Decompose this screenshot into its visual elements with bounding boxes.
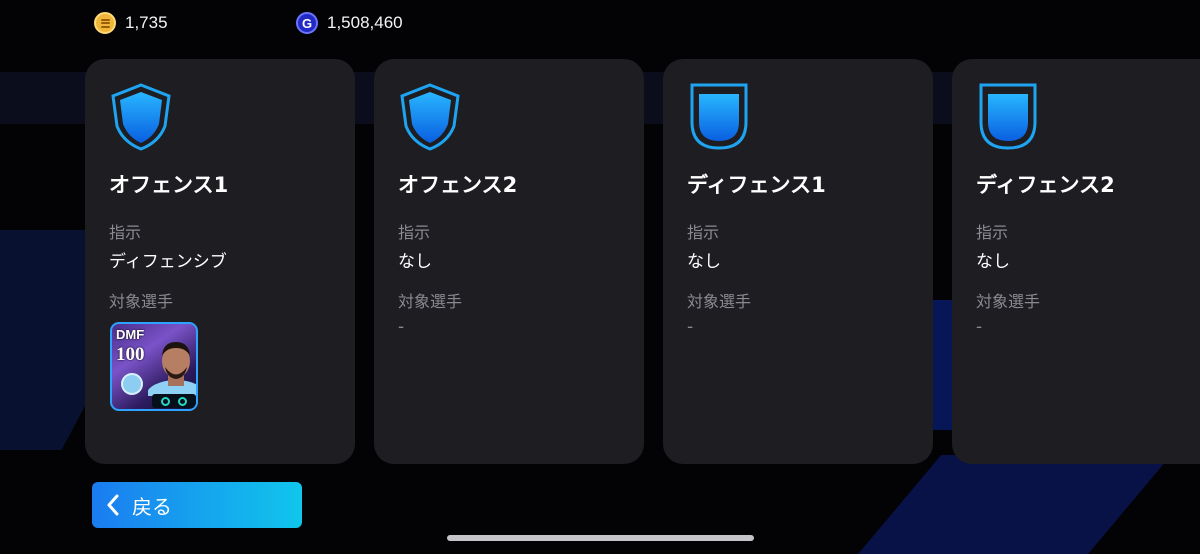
card-defense-1[interactable]: ディフェンス1 指示 なし 対象選手 - [663, 59, 933, 464]
skill-icon [160, 396, 170, 406]
club-crest-icon [121, 373, 143, 395]
skill-icon [178, 396, 188, 406]
target-player-value: - [398, 317, 405, 337]
target-player-label: 対象選手 [976, 292, 1041, 311]
card-offense-1[interactable]: オフェンス1 指示 ディフェンシブ 対象選手 DMF 100 [85, 59, 355, 464]
card-title: オフェンス2 [398, 173, 518, 197]
coin-balance: 1,735 [94, 11, 168, 35]
shield-icon [111, 83, 171, 151]
instruction-label: 指示 [687, 223, 720, 242]
back-button[interactable]: 戻る [92, 482, 302, 528]
coin-balance-value: 1,735 [125, 13, 168, 32]
gp-balance-value: 1,508,460 [327, 13, 403, 32]
instruction-label: 指示 [976, 223, 1009, 242]
player-position: DMF [116, 327, 145, 342]
instruction-label: 指示 [109, 223, 142, 242]
player-card[interactable]: DMF 100 [110, 322, 198, 411]
home-indicator[interactable] [447, 535, 754, 541]
gp-balance: G 1,508,460 [296, 11, 403, 35]
back-button-label: 戻る [132, 494, 172, 519]
defense-shield-icon [979, 83, 1037, 150]
player-rating: 100 [116, 344, 145, 365]
player-photo [148, 342, 196, 396]
card-offense-2[interactable]: オフェンス2 指示 なし 対象選手 - [374, 59, 644, 464]
instruction-value: ディフェンシブ [109, 252, 227, 272]
target-player-value: - [976, 317, 983, 337]
gp-coin-icon: G [296, 12, 318, 34]
player-skill-bar [152, 394, 196, 408]
target-player-label: 対象選手 [687, 292, 752, 311]
defense-shield-icon [690, 83, 748, 150]
card-title: ディフェンス1 [687, 173, 826, 197]
instruction-label: 指示 [398, 223, 431, 242]
instruction-value: なし [976, 252, 1010, 272]
target-player-value: - [687, 317, 694, 337]
target-player-label: 対象選手 [398, 292, 463, 311]
gold-coin-icon [94, 12, 116, 34]
shield-icon [400, 83, 460, 151]
chevron-left-icon [107, 494, 119, 516]
instruction-value: なし [398, 252, 432, 272]
instruction-value: なし [687, 252, 721, 272]
target-player-label: 対象選手 [109, 292, 174, 311]
card-title: ディフェンス2 [976, 173, 1115, 197]
card-title: オフェンス1 [109, 173, 229, 197]
card-defense-2[interactable]: ディフェンス2 指示 なし 対象選手 - [952, 59, 1200, 464]
